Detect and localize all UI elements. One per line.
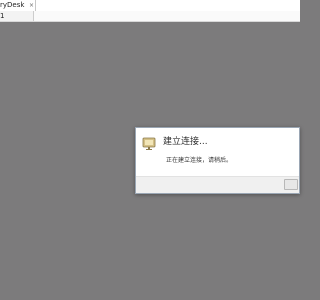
close-icon[interactable]: × bbox=[29, 2, 34, 9]
app-tab[interactable]: ryDesk × bbox=[0, 0, 36, 11]
dialog-action-button[interactable] bbox=[284, 179, 298, 190]
connection-dialog: 建立连接... 正在建立连接，请稍后。 bbox=[135, 127, 300, 194]
dialog-message: 正在建立连接，请稍后。 bbox=[166, 157, 233, 164]
app-titlebar: ryDesk × bbox=[0, 0, 300, 11]
app-title-label: ryDesk bbox=[0, 1, 25, 9]
monitor-icon bbox=[142, 137, 156, 150]
tabbar-empty-area bbox=[34, 11, 300, 21]
dialog-title: 建立连接... bbox=[163, 137, 208, 147]
session-tab-1[interactable]: 1 bbox=[0, 11, 34, 21]
dialog-footer bbox=[136, 176, 299, 193]
session-tabbar: 1 bbox=[0, 11, 300, 22]
session-tab-label: 1 bbox=[0, 12, 5, 20]
